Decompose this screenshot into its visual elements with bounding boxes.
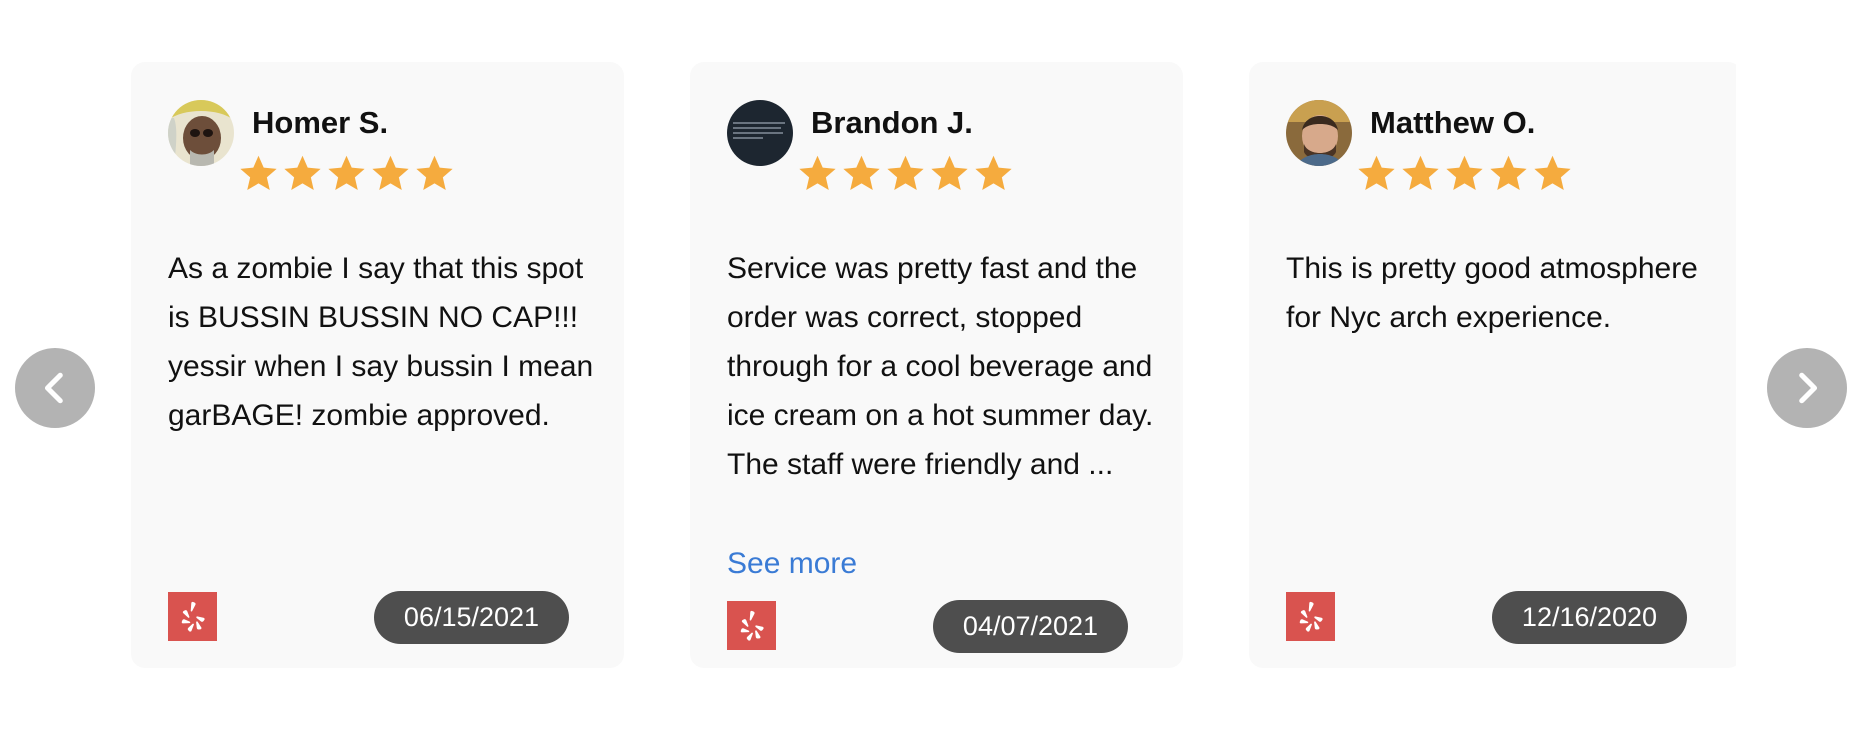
avatar xyxy=(1286,100,1352,166)
yelp-badge[interactable] xyxy=(1286,592,1335,641)
review-date: 12/16/2020 xyxy=(1492,591,1687,644)
review-date: 06/15/2021 xyxy=(374,591,569,644)
yelp-icon xyxy=(733,607,771,645)
star-icon xyxy=(929,153,970,194)
star-icon xyxy=(1532,153,1573,194)
star-rating xyxy=(238,153,455,194)
star-icon xyxy=(797,153,838,194)
reviewer-name: Brandon J. xyxy=(811,105,973,140)
review-text: This is pretty good atmosphere for Nyc a… xyxy=(1286,252,1698,334)
review-card: Brandon J. Service was pretty fast and t… xyxy=(690,62,1183,668)
star-icon xyxy=(1444,153,1485,194)
yelp-icon xyxy=(174,598,212,636)
yelp-badge[interactable] xyxy=(168,592,217,641)
reviews-track: Homer S. As a zombie I say that this spo… xyxy=(131,62,1736,668)
review-text: As a zombie I say that this spot is BUSS… xyxy=(168,252,594,432)
star-icon xyxy=(1400,153,1441,194)
carousel-next-button[interactable] xyxy=(1767,348,1847,428)
reviewer-name: Matthew O. xyxy=(1370,105,1536,140)
star-icon xyxy=(1356,153,1397,194)
star-icon xyxy=(370,153,411,194)
chevron-right-icon xyxy=(1799,372,1818,404)
star-icon xyxy=(326,153,367,194)
star-icon xyxy=(414,153,455,194)
yelp-badge[interactable] xyxy=(727,601,776,650)
star-icon xyxy=(841,153,882,194)
carousel-prev-button[interactable] xyxy=(15,348,95,428)
see-more-link[interactable]: See more xyxy=(727,539,857,588)
avatar xyxy=(727,100,793,166)
reviews-carousel: Homer S. As a zombie I say that this spo… xyxy=(0,0,1862,754)
star-icon xyxy=(282,153,323,194)
star-icon xyxy=(885,153,926,194)
star-icon xyxy=(238,153,279,194)
star-icon xyxy=(1488,153,1529,194)
review-date: 04/07/2021 xyxy=(933,600,1128,653)
review-text: Service was pretty fast and the order wa… xyxy=(727,252,1154,481)
chevron-left-icon xyxy=(44,372,63,404)
reviewer-name: Homer S. xyxy=(252,105,389,140)
yelp-icon xyxy=(1292,598,1330,636)
star-icon xyxy=(973,153,1014,194)
star-rating xyxy=(1356,153,1573,194)
star-rating xyxy=(797,153,1014,194)
review-card: Homer S. As a zombie I say that this spo… xyxy=(131,62,624,668)
avatar xyxy=(168,100,234,166)
review-card: Matthew O. This is pretty good atmospher… xyxy=(1249,62,1736,668)
